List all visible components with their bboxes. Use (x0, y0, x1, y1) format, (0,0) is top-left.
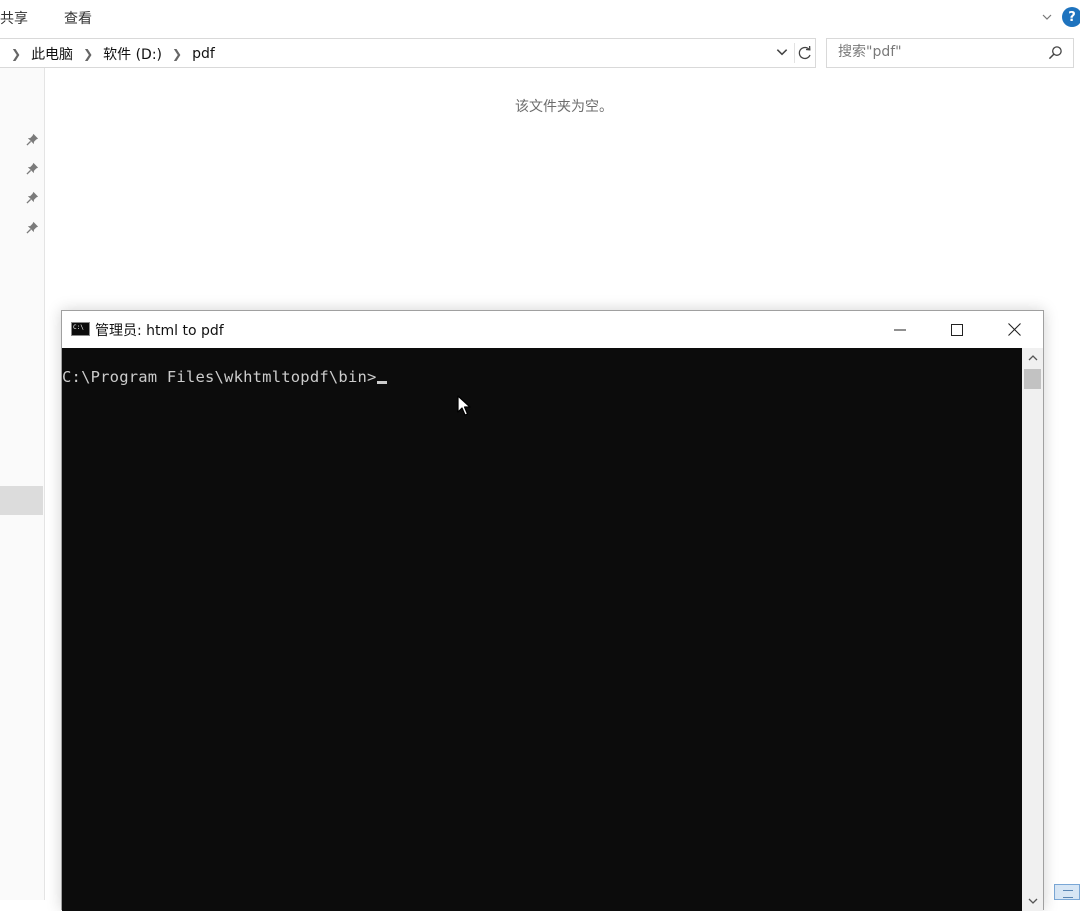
search-icon[interactable] (1048, 45, 1063, 60)
window-title: 管理员: html to pdf (95, 323, 224, 339)
navigation-pane (0, 68, 45, 900)
chevron-up-icon (1028, 355, 1037, 361)
chevron-right-icon[interactable]: ❯ (172, 47, 182, 61)
crumb-drive-d[interactable]: 软件 (D:) (103, 44, 162, 64)
scroll-down-button[interactable] (1022, 891, 1043, 911)
cmd-app-icon[interactable]: C:\ (71, 322, 90, 336)
minimize-button[interactable] (871, 311, 928, 348)
pin-icon[interactable] (26, 162, 39, 175)
details-view-button[interactable] (1054, 884, 1080, 900)
tab-view[interactable]: 查看 (64, 8, 92, 28)
tab-share[interactable]: 共享 (0, 8, 28, 28)
chevron-right-icon[interactable]: ❯ (11, 47, 21, 61)
refresh-icon[interactable] (794, 43, 815, 63)
close-button[interactable] (986, 311, 1043, 348)
address-bar[interactable]: ❯ 此电脑 ❯ 软件 (D:) ❯ pdf (0, 38, 816, 68)
list-view-icon (1063, 890, 1073, 898)
chevron-down-icon (1028, 898, 1037, 904)
nav-selected-item[interactable] (0, 486, 43, 515)
address-dropdown-icon[interactable] (775, 45, 789, 59)
console-prompt: C:\Program Files\wkhtmltopdf\bin> (62, 368, 377, 386)
text-cursor (376, 381, 387, 384)
breadcrumb: ❯ 此电脑 ❯ 软件 (D:) ❯ pdf (11, 44, 215, 64)
ribbon-controls: ? (1042, 6, 1080, 28)
minimize-icon (893, 329, 906, 330)
pin-icon[interactable] (26, 133, 39, 146)
maximize-icon (950, 323, 963, 336)
scroll-up-button[interactable] (1022, 348, 1043, 368)
cmd-title-bar[interactable]: C:\ 管理员: html to pdf (62, 311, 1043, 348)
crumb-this-pc[interactable]: 此电脑 (31, 44, 73, 64)
chevron-right-icon[interactable]: ❯ (83, 47, 93, 61)
console-output[interactable]: C:\Program Files\wkhtmltopdf\bin> (62, 348, 1022, 911)
scroll-thumb[interactable] (1024, 369, 1041, 389)
search-input[interactable] (836, 43, 1040, 61)
maximize-button[interactable] (928, 311, 985, 348)
address-row: ❯ 此电脑 ❯ 软件 (D:) ❯ pdf (0, 38, 1080, 68)
empty-folder-message: 该文件夹为空。 (515, 99, 613, 115)
chevron-down-icon[interactable] (1042, 12, 1052, 22)
crumb-pdf[interactable]: pdf (192, 46, 215, 62)
pin-icon[interactable] (26, 191, 39, 204)
console-prompt-line: C:\Program Files\wkhtmltopdf\bin> (62, 368, 387, 386)
cursor-icon (457, 395, 471, 416)
cmd-window[interactable]: C:\ 管理员: html to pdf C:\Program Files\wk… (61, 310, 1044, 911)
search-box[interactable] (826, 38, 1074, 68)
close-icon (1008, 323, 1021, 336)
help-icon[interactable]: ? (1062, 7, 1080, 27)
ribbon-tabs: 共享 查看 ? (0, 0, 1080, 33)
vertical-scrollbar[interactable] (1022, 348, 1043, 911)
pin-icon[interactable] (26, 221, 39, 234)
